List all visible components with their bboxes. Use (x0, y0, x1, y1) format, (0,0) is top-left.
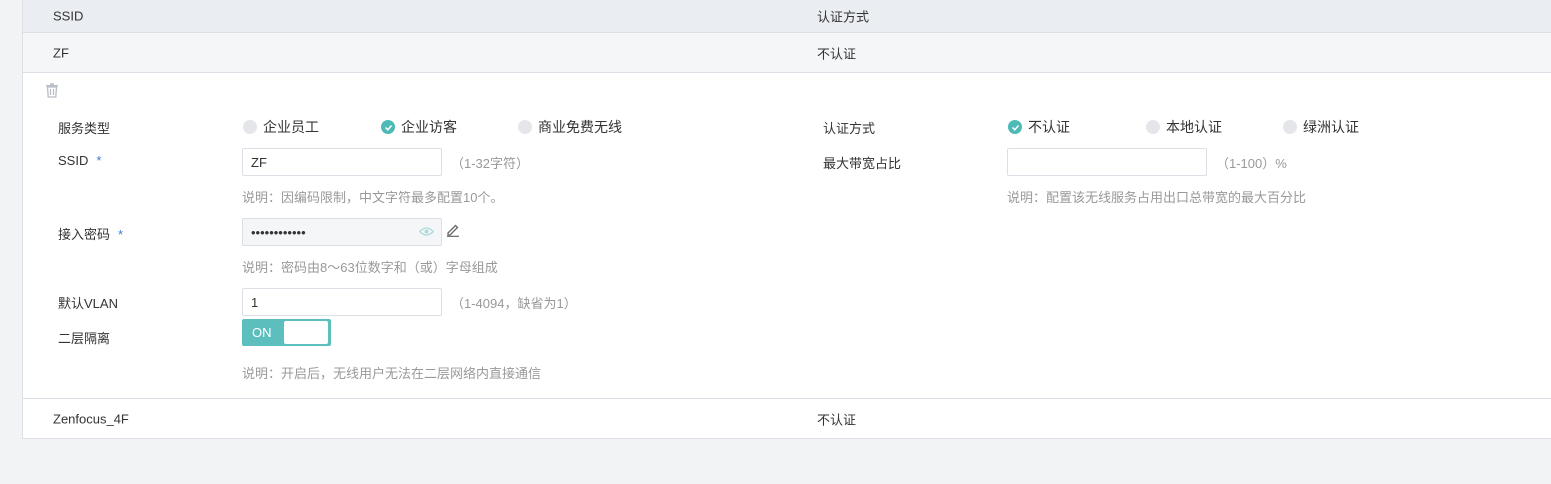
ssid-hint: （1-32字符） (451, 156, 530, 171)
service-type-label: 服务类型 (58, 121, 111, 136)
radio-label: 不认证 (1028, 119, 1070, 135)
isolation-help: 说明：开启后，无线用户无法在二层网络内直接通信 (242, 366, 542, 381)
ssid-label: SSID * (58, 153, 101, 168)
radio-auth-local[interactable]: 本地认证 (1146, 117, 1222, 137)
table-row-zf[interactable]: ZF 不认证 (23, 33, 1551, 73)
radio-dot (518, 120, 532, 134)
radio-auth-none[interactable]: 不认证 (1008, 117, 1070, 137)
radio-label: 企业访客 (401, 119, 457, 135)
ssid-help: 说明：因编码限制，中文字符最多配置10个。 (242, 190, 504, 205)
toggle-state: ON (252, 325, 272, 340)
header-ssid: SSID (53, 8, 84, 24)
ssid-input[interactable] (242, 148, 442, 176)
bandwidth-help: 说明：配置该无线服务占用出口总带宽的最大百分比 (1007, 190, 1307, 205)
vlan-hint: （1-4094，缺省为1） (451, 296, 577, 311)
required-mark: * (118, 227, 124, 242)
isolation-toggle[interactable]: ON (242, 319, 331, 346)
row-ssid: Zenfocus_4F (53, 411, 129, 426)
password-label: 接入密码 * (58, 224, 123, 243)
radio-service-commercial[interactable]: 商业免费无线 (518, 117, 622, 137)
eye-icon[interactable] (418, 225, 435, 240)
radio-service-visitor[interactable]: 企业访客 (381, 117, 457, 137)
isolation-label: 二层隔离 (58, 331, 111, 346)
bandwidth-hint: （1-100）% (1216, 156, 1287, 171)
row-ssid: ZF (53, 45, 69, 60)
toggle-knob (284, 321, 328, 344)
ssid-detail-form: 服务类型 企业员工 企业访客 商业免费无线 认证方式 不认证 本地认证 绿洲认证… (23, 73, 1551, 398)
password-input[interactable] (242, 218, 442, 246)
header-auth: 认证方式 (817, 9, 870, 25)
ssid-table-panel: SSID 认证方式 ZF 不认证 服务类型 企业员工 企业访客 商业免费无线 认… (22, 0, 1551, 439)
bandwidth-input[interactable] (1007, 148, 1207, 176)
password-label-text: 接入密码 (58, 227, 111, 242)
ssid-label-text: SSID (58, 153, 89, 168)
radio-auth-oasis[interactable]: 绿洲认证 (1283, 117, 1359, 137)
radio-dot (1283, 120, 1297, 134)
check-icon (1008, 120, 1022, 134)
table-header: SSID 认证方式 (23, 0, 1551, 33)
radio-label: 本地认证 (1166, 119, 1222, 135)
radio-dot (243, 120, 257, 134)
row-auth: 不认证 (817, 46, 857, 61)
radio-dot (1146, 120, 1160, 134)
trash-icon[interactable] (45, 83, 59, 101)
required-mark: * (96, 153, 102, 168)
table-row-zenfocus[interactable]: Zenfocus_4F 不认证 (23, 398, 1551, 438)
password-help: 说明：密码由8～63位数字和（或）字母组成 (242, 260, 498, 275)
radio-label: 绿洲认证 (1303, 119, 1359, 135)
vlan-input[interactable] (242, 288, 442, 316)
radio-service-employee[interactable]: 企业员工 (243, 117, 319, 137)
bandwidth-label: 最大带宽占比 (823, 156, 902, 171)
check-icon (381, 120, 395, 134)
pencil-icon[interactable] (446, 223, 460, 240)
radio-label: 企业员工 (263, 119, 319, 135)
radio-label: 商业免费无线 (538, 119, 622, 135)
row-auth: 不认证 (817, 412, 857, 427)
auth-label: 认证方式 (823, 121, 876, 136)
vlan-label: 默认VLAN (58, 296, 118, 311)
